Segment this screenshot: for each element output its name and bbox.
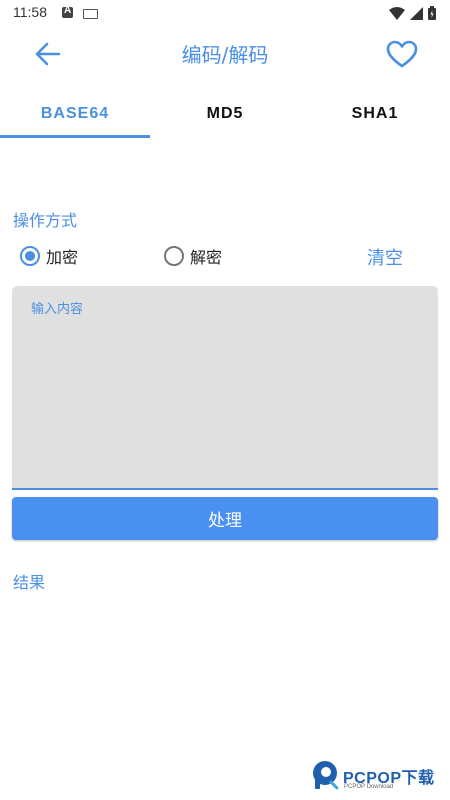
clear-button[interactable]: 清空 [367, 244, 403, 270]
input-field[interactable]: 输入内容 [12, 286, 438, 490]
wifi-icon [389, 6, 405, 20]
favorite-button[interactable] [382, 36, 422, 72]
input-placeholder: 输入内容 [31, 302, 84, 317]
operation-radio-group: 加密 解密 清空 [0, 240, 450, 276]
cell-signal-icon [410, 6, 423, 20]
tab-indicator [0, 135, 150, 138]
notification-a-icon [62, 5, 73, 18]
tab-base64[interactable]: BASE64 [0, 90, 150, 138]
tab-bar: BASE64 MD5 SHA1 [0, 90, 450, 138]
battery-icon [428, 6, 436, 20]
pcpop-watermark: PCPOP下载 PCPOP Download [311, 758, 450, 798]
radio-decrypt-label: 解密 [190, 248, 223, 267]
status-indicators [389, 6, 436, 20]
radio-decrypt-indicator[interactable] [164, 246, 184, 266]
status-time: 11:58 [13, 4, 47, 20]
result-label: 结果 [13, 573, 46, 592]
radio-encrypt[interactable]: 加密 [20, 244, 78, 268]
radio-decrypt[interactable]: 解密 [164, 244, 222, 268]
tab-md5[interactable]: MD5 [150, 90, 300, 138]
status-bar: 11:58 [0, 0, 450, 26]
watermark-sub: PCPOP Download [344, 784, 394, 790]
process-button[interactable]: 处理 [12, 497, 438, 540]
pcpop-logo-icon [313, 761, 339, 790]
radio-encrypt-indicator[interactable] [20, 246, 40, 266]
operation-label: 操作方式 [13, 211, 78, 230]
keyboard-icon [83, 9, 98, 19]
app-bar: 编码/解码 [0, 26, 450, 82]
heart-icon [386, 40, 418, 68]
radio-encrypt-label: 加密 [46, 248, 79, 267]
tab-sha1[interactable]: SHA1 [300, 90, 450, 138]
